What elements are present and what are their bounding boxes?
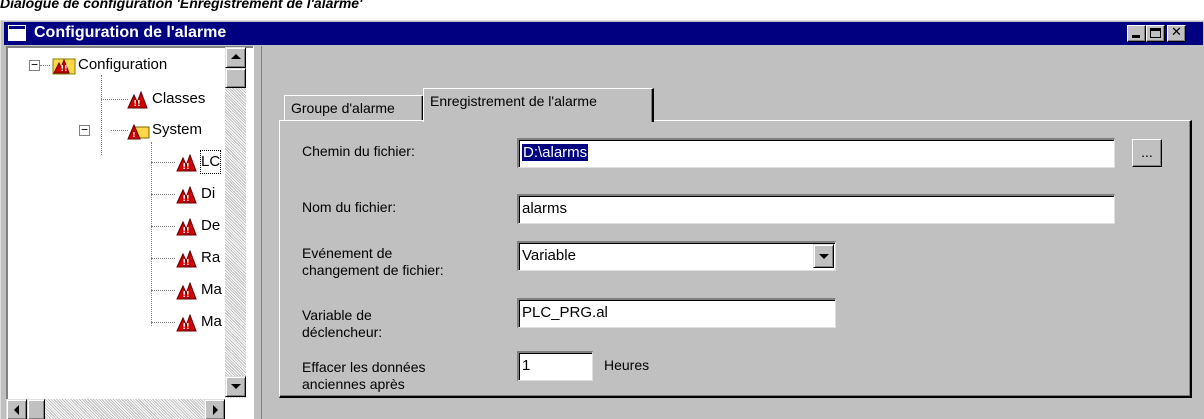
tree-connector <box>151 290 175 291</box>
tree-connector <box>101 99 128 100</box>
trigger-variable-value: PLC_PRG.al <box>522 304 608 321</box>
window-title: Configuration de l'alarme <box>34 24 227 41</box>
file-path-label: Chemin du fichier: <box>302 143 415 159</box>
alarm-triangle-icon: !! <box>127 90 148 109</box>
scroll-right-button[interactable] <box>204 399 225 419</box>
tree-item-classes[interactable]: !! Classes <box>126 88 236 110</box>
alarm-triangle-icon: !! <box>176 313 197 332</box>
tree-item-label: Classes <box>152 90 206 107</box>
tree-item-configuration[interactable]: !! Configuration <box>52 54 232 76</box>
trigger-variable-label: Variable de déclencheur: <box>302 307 382 341</box>
svg-text:!!: !! <box>182 290 189 299</box>
scroll-thumb[interactable] <box>225 68 246 88</box>
alarm-triangle-icon: !! <box>176 249 197 268</box>
delete-old-label-line-2: anciennes après <box>302 376 405 392</box>
delete-old-value: 1 <box>522 357 531 374</box>
expander-system[interactable]: − <box>79 124 90 136</box>
tree-vertical-scrollbar[interactable] <box>225 47 246 398</box>
trigger-variable-input[interactable]: PLC_PRG.al <box>517 298 836 328</box>
pane-splitter[interactable] <box>253 46 262 419</box>
window-icon <box>8 25 26 41</box>
change-event-value: Variable <box>522 247 576 264</box>
file-name-label: Nom du fichier: <box>302 199 397 215</box>
change-event-label-line-1: Evénement de <box>302 245 393 261</box>
chevron-down-icon[interactable] <box>813 244 834 268</box>
file-path-value: D:\alarms <box>522 144 589 161</box>
alarm-triangle-icon: !! <box>176 153 197 172</box>
scroll-up-button[interactable] <box>225 47 246 68</box>
title-bar[interactable]: Configuration de l'alarme ✕ <box>4 22 1203 45</box>
file-name-input[interactable]: alarms <box>517 194 1115 224</box>
tab-alarm-recording[interactable]: Enregistrement de l'alarme <box>423 88 654 122</box>
tree-connector <box>151 142 152 326</box>
change-event-label-line-2: changement de fichier: <box>302 262 444 278</box>
tree-connector <box>101 75 102 155</box>
close-icon: ✕ <box>1171 25 1182 40</box>
tree-item-label: Configuration <box>78 56 168 73</box>
tree-connector <box>151 194 175 195</box>
tree-item-label: Ma <box>201 313 222 330</box>
expander-root[interactable]: − <box>29 59 40 71</box>
svg-text:!!: !! <box>133 99 140 108</box>
minimize-button[interactable] <box>1127 25 1146 42</box>
alarm-root-icon: !! <box>52 58 76 75</box>
scroll-thumb-horizontal[interactable] <box>27 399 45 419</box>
file-name-value: alarms <box>522 200 568 217</box>
svg-text:!!: !! <box>182 194 189 203</box>
alarm-triangle-icon: !! <box>176 185 197 204</box>
tree-connector <box>40 65 50 66</box>
scroll-left-button[interactable] <box>6 399 27 419</box>
tree-item-label: Di <box>201 185 216 202</box>
maximize-icon <box>1150 28 1161 38</box>
svg-text:!: ! <box>132 131 135 139</box>
tree-item-label: LC <box>199 150 222 174</box>
change-event-label: Evénement de changement de fichier: <box>302 245 444 279</box>
tree-item-label: De <box>201 217 221 234</box>
tree-connector <box>151 162 175 163</box>
delete-old-label-line-1: Effacer les données <box>302 359 426 375</box>
change-event-select[interactable]: Variable <box>517 241 836 271</box>
tree-connector <box>151 258 175 259</box>
close-button[interactable]: ✕ <box>1167 25 1186 42</box>
delete-old-label: Effacer les données anciennes après <box>302 359 426 393</box>
tree-connector <box>151 322 175 323</box>
alarm-config-window: Configuration de l'alarme ✕ − !! Configu… <box>0 20 1204 419</box>
tab-panel-recording: Chemin du fichier: D:\alarms ... Nom du … <box>279 120 1192 398</box>
maximize-button[interactable] <box>1146 25 1165 42</box>
scroll-down-button[interactable] <box>225 376 246 397</box>
tree-item-label: Ra <box>201 249 221 266</box>
svg-text:!!: !! <box>182 258 189 267</box>
hours-unit-label: Heures <box>604 357 650 373</box>
tree-horizontal-scrollbar[interactable] <box>6 399 225 419</box>
tree-item-label: Ma <box>201 281 222 298</box>
svg-text:!!: !! <box>182 162 189 171</box>
alarm-triangle-icon: !! <box>176 217 197 236</box>
delete-old-hours-input[interactable]: 1 <box>517 351 593 381</box>
trigger-variable-label-line-1: Variable de <box>302 307 372 323</box>
alarm-triangle-icon: !! <box>176 281 197 300</box>
alarm-tree[interactable]: − !! Configuration !! Classes − ! System… <box>6 46 253 419</box>
minimize-icon <box>1132 35 1140 38</box>
file-path-input[interactable]: D:\alarms <box>517 138 1115 168</box>
svg-text:!!: !! <box>60 64 67 73</box>
figure-caption: Dialogue de configuration 'Enregistremen… <box>0 0 363 11</box>
config-panel: Groupe d'alarme Enregistrement de l'alar… <box>262 46 1204 419</box>
svg-text:!!: !! <box>182 226 189 235</box>
tree-connector <box>151 226 175 227</box>
tab-alarm-group[interactable]: Groupe d'alarme <box>284 95 424 120</box>
tree-item-label: System <box>152 121 203 138</box>
trigger-variable-label-line-2: déclencheur: <box>302 324 383 340</box>
svg-text:!!: !! <box>182 322 189 331</box>
browse-button[interactable]: ... <box>1132 139 1162 167</box>
alarm-folder-icon: ! <box>127 123 150 140</box>
tree-item-system[interactable]: ! System <box>126 119 236 141</box>
